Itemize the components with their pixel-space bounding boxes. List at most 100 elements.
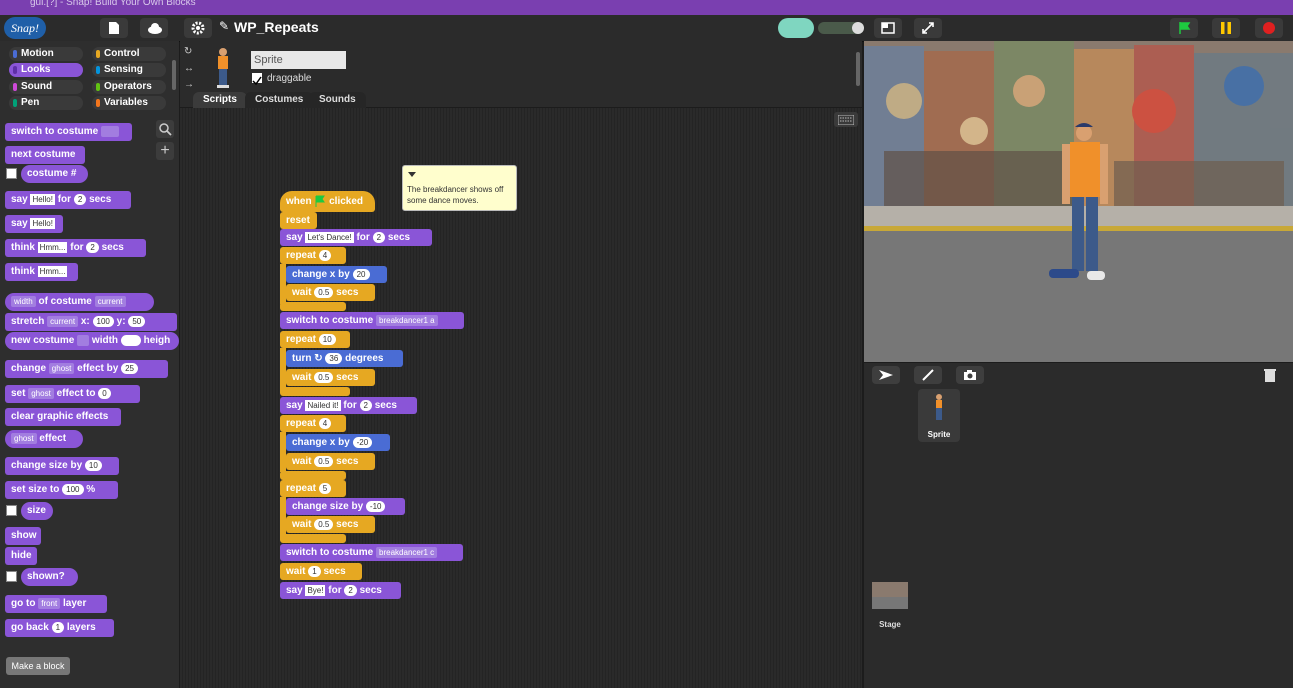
wait-input[interactable]: 0.5 — [314, 286, 334, 298]
paint-new-sprite-button[interactable] — [914, 366, 942, 384]
say-text-input[interactable]: Nailed it! — [305, 399, 341, 411]
make-a-block-button[interactable]: Make a block — [6, 657, 70, 675]
degrees-input[interactable]: 36 — [325, 352, 343, 364]
change-size-block[interactable]: change size by 10 — [5, 457, 119, 475]
category-motion[interactable]: Motion — [9, 47, 83, 61]
slider-knob[interactable] — [852, 22, 864, 34]
wait-secs-block[interactable]: wait 0.5 secs — [286, 284, 375, 301]
sprite-bar-scrollbar[interactable] — [856, 52, 860, 86]
say-block[interactable]: say Hello! — [5, 215, 63, 233]
tab-scripts[interactable]: Scripts — [193, 92, 247, 108]
secs-input[interactable]: 2 — [372, 231, 386, 243]
say-for-secs-block[interactable]: say Bye! for 2 secs — [280, 582, 401, 599]
repeat-count-input[interactable]: 5 — [318, 482, 332, 494]
category-operators[interactable]: Operators — [92, 80, 166, 94]
layer-dropdown[interactable]: front — [38, 597, 61, 609]
size-reporter[interactable]: size — [21, 502, 53, 520]
set-effect-block[interactable]: set ghost effect to 0 — [5, 385, 140, 403]
category-looks[interactable]: Looks — [9, 63, 83, 77]
effect-dropdown[interactable]: ghost — [28, 387, 54, 399]
category-sensing[interactable]: Sensing — [92, 63, 166, 77]
say-text-input[interactable]: Bye! — [305, 584, 326, 596]
left-right-icon[interactable]: ↔ — [184, 63, 194, 74]
stage[interactable] — [864, 41, 1293, 362]
trash-button[interactable] — [1256, 366, 1284, 384]
wait-secs-block[interactable]: wait 0.5 secs — [286, 453, 375, 470]
repeat-block[interactable]: repeat 5 — [280, 480, 346, 497]
repeat-block[interactable]: repeat 4 — [280, 247, 346, 264]
wait-secs-block[interactable]: wait 0.5 secs — [286, 516, 375, 533]
size-checkbox[interactable] — [6, 505, 17, 516]
change-x-input[interactable]: -20 — [352, 436, 373, 448]
category-variables[interactable]: Variables — [92, 96, 166, 110]
category-control[interactable]: Control — [92, 47, 166, 61]
draggable-checkbox[interactable] — [252, 73, 262, 86]
costume-attribute-reporter[interactable]: width of costume current — [5, 293, 154, 311]
cloud-menu-button[interactable] — [140, 18, 168, 38]
stage-size-button[interactable] — [874, 18, 902, 38]
effect-value-input[interactable]: 25 — [121, 362, 138, 374]
reset-block[interactable]: reset — [280, 212, 317, 229]
new-costume-reporter[interactable]: new costume width heigh — [5, 332, 179, 350]
secs-input[interactable]: 2 — [344, 584, 357, 596]
camera-sprite-button[interactable] — [956, 366, 984, 384]
costume-dropdown[interactable] — [101, 125, 120, 137]
set-size-block[interactable]: set size to 100 % — [5, 481, 118, 499]
switch-to-costume-block[interactable]: switch to costume — [5, 123, 132, 141]
file-menu-button[interactable] — [100, 18, 128, 38]
wait-secs-block[interactable]: wait 0.5 secs — [286, 369, 375, 386]
costume-dropdown[interactable]: current — [94, 295, 126, 307]
attribute-dropdown[interactable]: width — [11, 295, 36, 307]
add-block-button[interactable]: + — [156, 142, 174, 160]
no-rotate-icon[interactable]: → — [184, 79, 194, 90]
wait-input[interactable]: 0.5 — [314, 371, 334, 383]
go-back-layers-block[interactable]: go back 1 layers — [5, 619, 114, 637]
size-input[interactable]: 100 — [62, 483, 84, 495]
repeat-count-input[interactable]: 4 — [318, 249, 332, 261]
keyboard-entry-button[interactable] — [834, 112, 858, 127]
think-text-input[interactable]: Hmm... — [37, 241, 68, 253]
x-input[interactable]: 100 — [92, 315, 114, 327]
secs-input[interactable]: 2 — [73, 193, 87, 205]
change-size-block[interactable]: change size by -10 — [286, 498, 405, 515]
think-text-input[interactable]: Hmm... — [37, 265, 68, 277]
wait-input[interactable]: 1 — [308, 565, 321, 577]
turn-degrees-block[interactable]: turn ↻ 36 degrees — [286, 350, 403, 367]
costume-dropdown[interactable]: breakdancer1 a — [376, 314, 438, 326]
script-comment[interactable]: The breakdancer shows off some dance mov… — [402, 165, 517, 211]
repeat-block[interactable]: repeat 4 — [280, 415, 346, 432]
y-input[interactable]: 50 — [128, 315, 146, 327]
green-flag-button[interactable] — [1170, 18, 1198, 38]
palette-scrollbar[interactable] — [172, 60, 176, 90]
change-x-block[interactable]: change x by -20 — [286, 434, 390, 451]
think-block[interactable]: think Hmm... — [5, 263, 78, 281]
go-to-layer-block[interactable]: go to front layer — [5, 595, 107, 613]
change-x-input[interactable]: 20 — [352, 268, 370, 280]
shown-checkbox[interactable] — [6, 571, 17, 582]
repeat-block[interactable]: repeat 10 — [280, 331, 350, 348]
project-title[interactable]: WP_Repeats — [234, 19, 319, 35]
search-blocks-button[interactable] — [156, 120, 174, 138]
effect-dropdown[interactable]: ghost — [48, 362, 75, 374]
category-sound[interactable]: Sound — [9, 80, 83, 94]
think-for-secs-block[interactable]: think Hmm... for 2 secs — [5, 239, 146, 257]
pause-button[interactable] — [1212, 18, 1240, 38]
width-input[interactable] — [120, 334, 141, 346]
stop-button[interactable] — [1255, 18, 1283, 38]
say-text-input[interactable]: Let's Dance! — [305, 231, 354, 243]
size-input[interactable]: -10 — [365, 500, 386, 512]
hide-block[interactable]: hide — [5, 547, 37, 565]
secs-input[interactable]: 2 — [86, 241, 99, 253]
switch-to-costume-block[interactable]: switch to costume breakdancer1 c — [280, 544, 463, 561]
tab-sounds[interactable]: Sounds — [309, 92, 366, 108]
clear-graphic-effects-block[interactable]: clear graphic effects — [5, 408, 121, 426]
costume-number-reporter[interactable]: costume # — [21, 165, 88, 183]
wait-secs-block[interactable]: wait 1 secs — [280, 563, 362, 580]
say-for-secs-block[interactable]: say Nailed it! for 2 secs — [280, 397, 417, 414]
secs-input[interactable]: 2 — [359, 399, 372, 411]
wait-input[interactable]: 0.5 — [314, 455, 334, 467]
say-text-input[interactable]: Hello! — [30, 193, 55, 205]
when-flag-clicked-hat[interactable]: when clicked — [280, 191, 375, 212]
switch-to-costume-block[interactable]: switch to costume breakdancer1 a — [280, 312, 464, 329]
layers-input[interactable]: 1 — [51, 621, 65, 633]
